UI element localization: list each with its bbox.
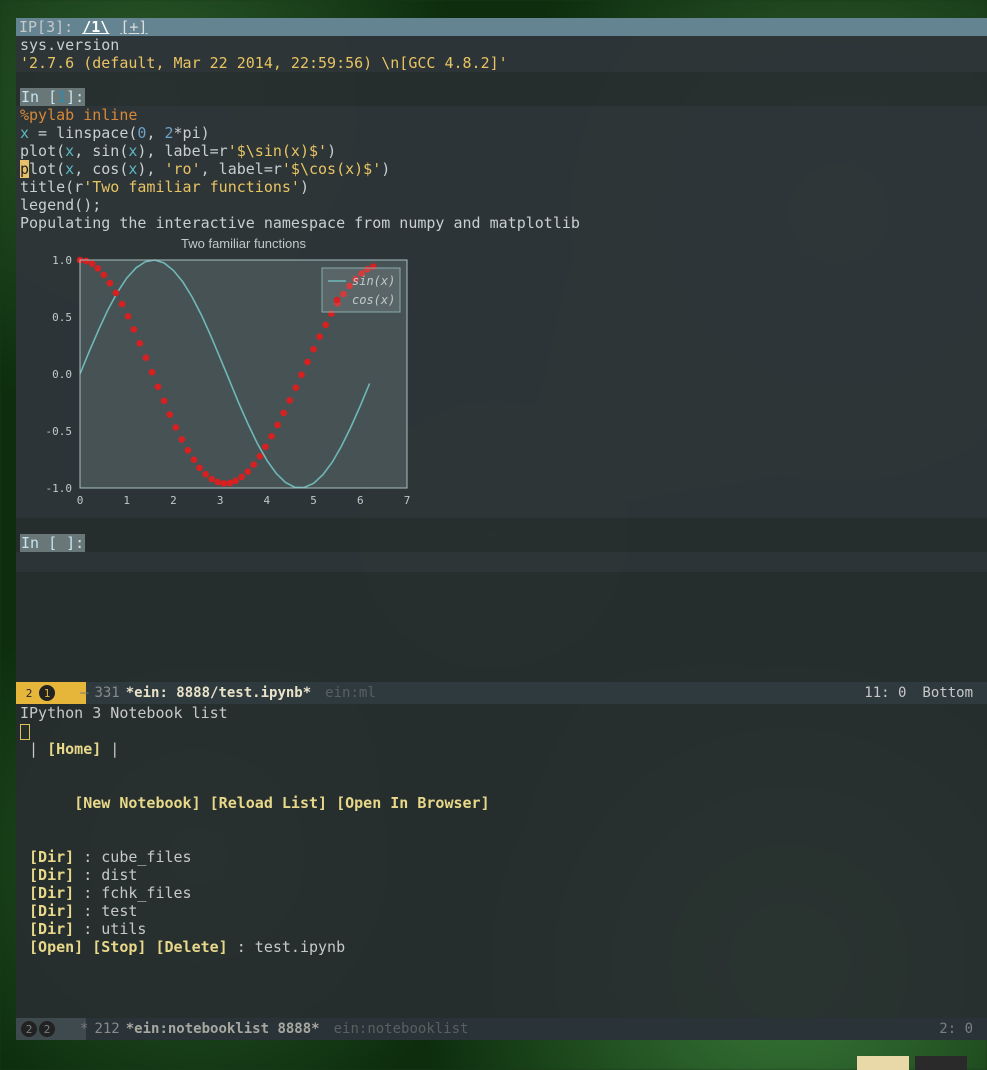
line-col-indicator-2: 2: 0 bbox=[939, 1021, 973, 1037]
dir-button[interactable]: [Dir] bbox=[29, 902, 74, 920]
svg-text:-1.0: -1.0 bbox=[46, 482, 73, 495]
nb-entry: [Dir] : cube_files bbox=[20, 848, 983, 866]
nb-entry: [Open] [Stop] [Delete] : test.ipynb bbox=[20, 938, 983, 956]
stop-button[interactable]: [Stop] bbox=[92, 938, 146, 956]
nb-entry: [Dir] : utils bbox=[20, 920, 983, 938]
new-notebook-button[interactable]: [New Notebook] bbox=[74, 794, 200, 812]
notebook-pane: sys.version '2.7.6 (default, Mar 22 2014… bbox=[16, 36, 987, 682]
nb-entry: [Dir] : test bbox=[20, 902, 983, 920]
svg-text:7: 7 bbox=[404, 494, 411, 507]
text-cursor bbox=[20, 724, 30, 740]
tab-add-button[interactable]: [+] bbox=[120, 18, 147, 36]
dir-button[interactable]: [Dir] bbox=[29, 884, 74, 902]
tab-active[interactable]: /1\ bbox=[82, 18, 109, 36]
position-indicator: Bottom bbox=[922, 685, 973, 701]
delete-button[interactable]: [Delete] bbox=[155, 938, 227, 956]
svg-text:sin(x): sin(x) bbox=[352, 274, 395, 288]
taskbar-item[interactable] bbox=[857, 1056, 909, 1070]
open-button[interactable]: [Open] bbox=[29, 938, 83, 956]
chart-svg: Two familiar functions 0 1 2 3 4 5 6 7 -1.0 -0.5 0.… bbox=[22, 234, 417, 514]
buffer-name-2: *ein:notebooklist 8888* bbox=[126, 1021, 320, 1037]
major-mode-2: ein:notebooklist bbox=[334, 1021, 469, 1037]
svg-text:2: 2 bbox=[170, 494, 177, 507]
taskbar-item[interactable] bbox=[915, 1056, 967, 1070]
svg-text:1.0: 1.0 bbox=[52, 254, 72, 267]
ml-indicator-2: 1 bbox=[39, 685, 55, 701]
cell-1-prompt: In [1]: bbox=[16, 88, 987, 106]
dir-button[interactable]: [Dir] bbox=[29, 848, 74, 866]
cell-empty-prompt[interactable]: In [ ]: bbox=[16, 534, 987, 552]
cell-1-stdout: Populating the interactive namespace fro… bbox=[16, 214, 987, 232]
output-cell-text: sys.version bbox=[16, 36, 987, 54]
buffer-name: *ein: 8888/test.ipynb* bbox=[126, 685, 311, 701]
svg-text:-0.5: -0.5 bbox=[46, 425, 73, 438]
nblist-title: IPython 3 Notebook list bbox=[20, 704, 983, 722]
svg-text:1: 1 bbox=[123, 494, 130, 507]
text-cursor: p bbox=[20, 160, 29, 178]
dir-button[interactable]: [Dir] bbox=[29, 920, 74, 938]
dir-button[interactable]: [Dir] bbox=[29, 866, 74, 884]
svg-text:5: 5 bbox=[310, 494, 317, 507]
output-cell-result: '2.7.6 (default, Mar 22 2014, 22:59:56) … bbox=[16, 54, 987, 72]
svg-text:Two familiar functions: Two familiar functions bbox=[181, 236, 306, 251]
svg-text:0.0: 0.0 bbox=[52, 368, 72, 381]
nb-entry: [Dir] : dist bbox=[20, 866, 983, 884]
ml2-indicator-1: 2 bbox=[21, 1021, 37, 1037]
cell-1-code[interactable]: %pylab inline x = linspace(0, 2*pi) plot… bbox=[16, 106, 987, 232]
ml-indicator-1: 2 bbox=[21, 685, 37, 701]
major-mode: ein:ml bbox=[325, 685, 376, 701]
tab-bar: IP[3]: /1\ [+] bbox=[16, 18, 987, 36]
notebook-list-pane: IPython 3 Notebook list | [Home] | [New … bbox=[16, 704, 987, 956]
reload-list-button[interactable]: [Reload List] bbox=[210, 794, 327, 812]
svg-text:cos(x): cos(x) bbox=[352, 293, 395, 307]
modeline-bottom: 2 2 * 212 *ein:notebooklist 8888* ein:no… bbox=[16, 1018, 987, 1040]
line-col-indicator: 11: 0 bbox=[864, 685, 906, 701]
svg-text:0: 0 bbox=[77, 494, 84, 507]
svg-text:4: 4 bbox=[264, 494, 271, 507]
matplotlib-output: Two familiar functions 0 1 2 3 4 5 6 7 -1.0 -0.5 0.… bbox=[16, 232, 987, 518]
svg-text:3: 3 bbox=[217, 494, 224, 507]
modeline-top: 2 1 – 331 *ein: 8888/test.ipynb* ein:ml … bbox=[16, 682, 987, 704]
open-in-browser-button[interactable]: [Open In Browser] bbox=[336, 794, 490, 812]
nb-entry: [Dir] : fchk_files bbox=[20, 884, 983, 902]
ml2-indicator-2: 2 bbox=[39, 1021, 55, 1037]
svg-text:6: 6 bbox=[357, 494, 364, 507]
tab-prefix: IP[3]: bbox=[19, 18, 82, 36]
home-button[interactable]: [Home] bbox=[47, 740, 101, 758]
svg-text:0.5: 0.5 bbox=[52, 311, 72, 324]
